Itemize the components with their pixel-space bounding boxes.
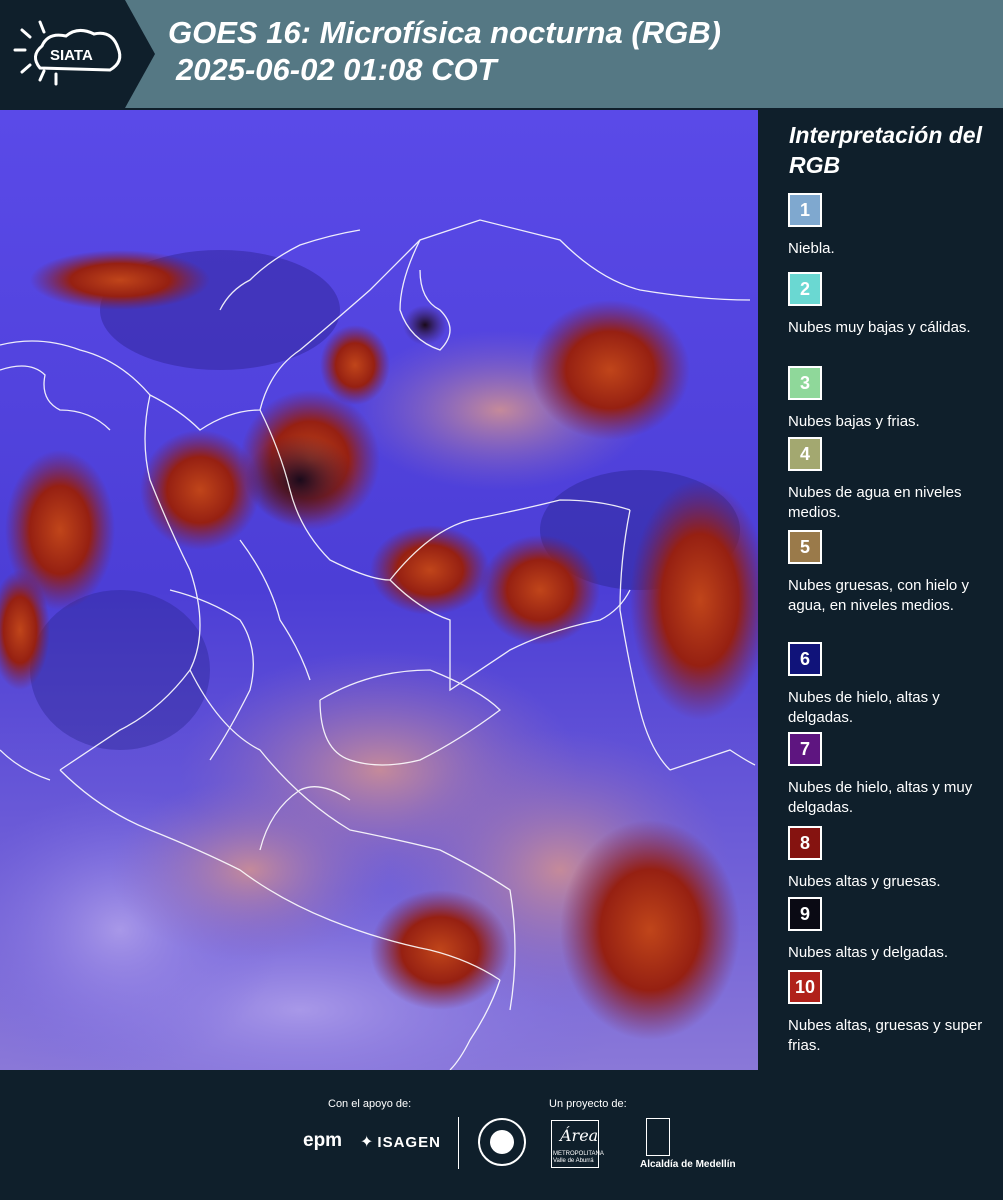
legend-number-9: 9: [799, 903, 810, 924]
legend-swatch-6: 6: [788, 642, 822, 676]
legend-label-7: Nubes de hielo, altas y muy delgadas.: [788, 779, 973, 816]
legend-swatch-4: 4: [788, 437, 822, 471]
legend-swatch-2: 2: [788, 272, 822, 306]
support-label: Con el apoyo de:: [328, 1098, 412, 1110]
seal-center: [490, 1130, 514, 1154]
legend-number-4: 4: [799, 443, 810, 464]
legend-item-3: 3 Nubes bajas y frias.: [788, 366, 1000, 432]
legend-swatch-1: 1: [788, 193, 822, 227]
project-label: Un proyecto de:: [549, 1098, 627, 1110]
legend-label-6: Nubes de hielo, altas y delgadas.: [788, 689, 940, 726]
legend-number-2: 2: [799, 278, 810, 299]
legend-swatch-5: 5: [788, 530, 822, 564]
legend-label-5: Nubes gruesas, con hielo y agua, en nive…: [788, 577, 969, 614]
header-bar: SIATA GOES 16: Microfísica nocturna (RGB…: [0, 0, 1003, 108]
medellin-seal-icon: [478, 1118, 526, 1166]
legend-swatch-3: 3: [788, 366, 822, 400]
legend-label-2: Nubes muy bajas y cálidas.: [788, 319, 971, 336]
legend-number-5: 5: [799, 536, 810, 557]
isagen-logo: ✦ ISAGEN: [360, 1132, 441, 1152]
epm-logo: epm: [303, 1130, 343, 1151]
legend-item-2: 2 Nubes muy bajas y cálidas.: [788, 272, 1000, 338]
isagen-mark-icon: ✦: [360, 1134, 375, 1151]
legend-item-5: 5 Nubes gruesas, con hielo y agua, en ni…: [788, 530, 1000, 616]
legend-number-7: 7: [799, 738, 810, 759]
medellin-label: Alcaldía de Medellín: [640, 1159, 736, 1170]
satellite-rgb-image: [0, 110, 758, 1070]
title-line-1: GOES 16: Microfísica nocturna (RGB): [168, 15, 721, 50]
page-title: GOES 16: Microfísica nocturna (RGB) 2025-…: [168, 14, 721, 88]
legend-item-1: 1 Niebla.: [788, 193, 1000, 259]
legend-label-8: Nubes altas y gruesas.: [788, 873, 941, 890]
legend-label-9: Nubes altas y delgadas.: [788, 944, 949, 961]
siata-logo: SIATA: [0, 0, 155, 108]
rgb-legend: Interpretación del RGB 1 Niebla. 2 Nubes…: [762, 110, 1003, 1070]
legend-number-10: 10: [794, 976, 816, 997]
legend-number-1: 1: [799, 199, 810, 220]
legend-label-3: Nubes bajas y frias.: [788, 413, 920, 430]
legend-label-10: Nubes altas, gruesas y super frias.: [788, 1017, 983, 1054]
legend-number-8: 8: [799, 832, 810, 853]
legend-number-6: 6: [799, 648, 810, 669]
legend-title: Interpretación del RGB: [789, 122, 982, 178]
legend-label-1: Niebla.: [788, 240, 835, 257]
legend-swatch-10: 10: [788, 970, 822, 1004]
legend-item-10: 10 Nubes altas, gruesas y super frias.: [788, 970, 1000, 1056]
footer-divider: [458, 1117, 459, 1169]
legend-item-6: 6 Nubes de hielo, altas y delgadas.: [788, 642, 1000, 728]
legend-item-8: 8 Nubes altas y gruesas.: [788, 826, 1000, 892]
legend-item-7: 7 Nubes de hielo, altas y muy delgadas.: [788, 732, 1000, 818]
legend-swatch-8: 8: [788, 826, 822, 860]
legend-number-3: 3: [799, 372, 810, 393]
area-logo-word: Área: [560, 1126, 599, 1145]
legend-swatch-7: 7: [788, 732, 822, 766]
footer-bar: Con el apoyo de: Un proyecto de: epm ✦ IS…: [0, 1070, 1003, 1200]
siata-logo-text: SIATA: [50, 47, 93, 64]
legend-swatch-9: 9: [788, 897, 822, 931]
medellin-shield-icon: [646, 1118, 670, 1156]
legend-item-9: 9 Nubes altas y delgadas.: [788, 897, 1000, 963]
area-logo-sub: METROPOLITANA Valle de Aburrá: [553, 1151, 604, 1164]
title-line-2: 2025-06-02 01:08 COT: [176, 52, 497, 87]
area-metropolitana-logo: Área METROPOLITANA Valle de Aburrá: [551, 1120, 604, 1168]
legend-label-4: Nubes de agua en niveles medios.: [788, 484, 962, 521]
isagen-logo-text: ISAGEN: [377, 1134, 441, 1151]
legend-item-4: 4 Nubes de agua en niveles medios.: [788, 437, 1000, 523]
